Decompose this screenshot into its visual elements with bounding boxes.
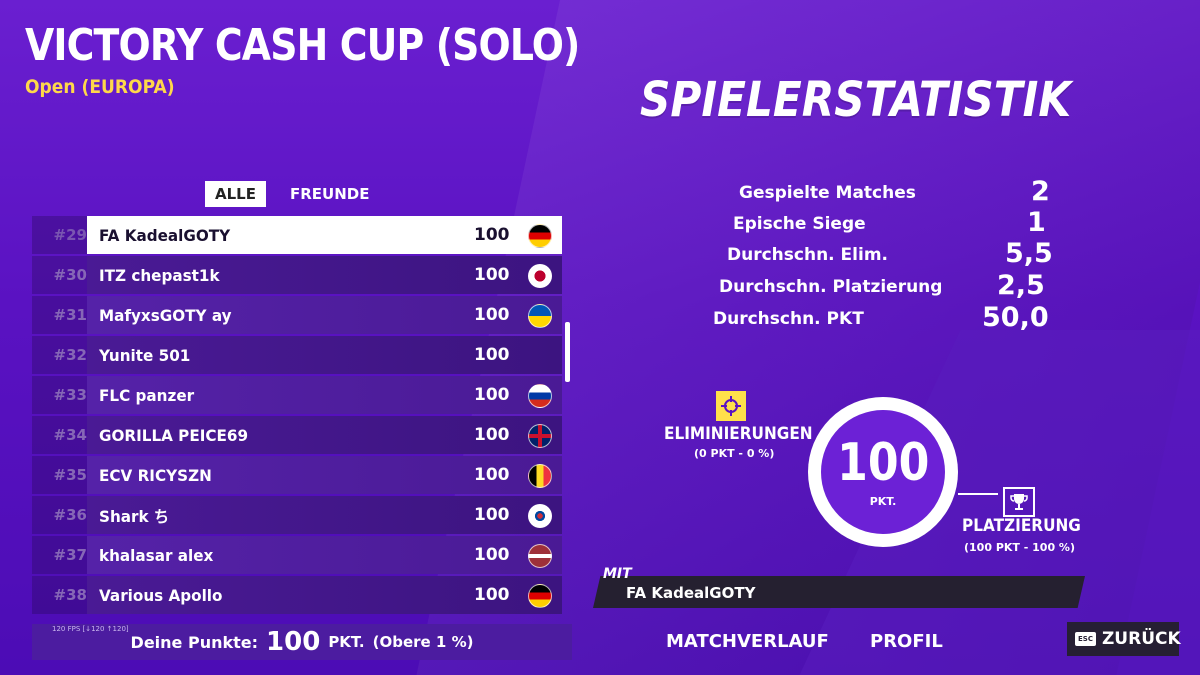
leaderboard-row[interactable]: #30 ITZ chepast1k 100 — [32, 256, 562, 294]
eliminations-detail: (0 PKT - 0 %) — [694, 447, 775, 460]
back-label: ZURÜCK — [1101, 629, 1181, 649]
stat-label-avg-placement: Durchschn. Platzierung — [719, 277, 943, 297]
tournament-region: Open (EUROPA) — [25, 76, 175, 98]
esc-key-icon: ESC — [1075, 632, 1096, 646]
row-player-name: FLC panzer — [99, 385, 195, 405]
ukraine-flag-icon — [528, 304, 552, 328]
your-points-rank-note: (Obere 1 %) — [372, 633, 474, 651]
row-player-name: MafyxsGOTY ay — [99, 305, 232, 325]
row-player-name: ITZ chepast1k — [99, 265, 220, 285]
stat-value-avg-placement: 2,5 — [997, 270, 1045, 301]
tab-friends[interactable]: FREUNDE — [280, 181, 379, 207]
row-points: 100 — [474, 505, 510, 525]
belgium-flag-icon — [528, 464, 552, 488]
your-points-label: Deine Punkte: — [130, 632, 259, 652]
score-unit: PKT. — [869, 494, 897, 508]
row-player-name: Various Apollo — [99, 585, 223, 605]
germany-flag-icon — [528, 224, 552, 248]
row-player-name: ECV RICYSZN — [99, 465, 212, 485]
stat-label-avg-points: Durchschn. PKT — [713, 309, 864, 329]
row-player-name: FA KadealGOTY — [99, 225, 231, 245]
stat-value-matches: 2 — [1031, 176, 1050, 207]
your-points-value: 100 — [266, 627, 321, 657]
leaderboard-row[interactable]: #29 FA KadealGOTY 100 — [32, 216, 562, 254]
fps-counter: 120 FPS [↓120 ↑120] — [52, 625, 129, 633]
stat-label-avg-elims: Durchschn. Elim. — [727, 245, 888, 265]
trophy-icon — [1003, 487, 1035, 517]
with-player-name: FA KadealGOTY — [626, 584, 756, 602]
japan-flag-icon — [528, 264, 552, 288]
placement-connector — [958, 493, 998, 495]
score-ring: 100 PKT. — [808, 397, 958, 547]
score-value: 100 — [836, 432, 930, 493]
latvia-flag-icon — [528, 544, 552, 568]
uk-flag-icon — [528, 424, 552, 448]
russia-flag-icon — [528, 384, 552, 408]
row-points: 100 — [474, 545, 510, 565]
leaderboard-row[interactable]: #35 ECV RICYSZN 100 — [32, 456, 562, 494]
row-player-name: Yunite 501 — [99, 345, 191, 365]
placement-label: PLATZIERUNG — [962, 516, 1081, 536]
row-points: 100 — [474, 465, 510, 485]
stats-title: SPIELERSTATISTIK — [640, 72, 1072, 128]
stat-value-wins: 1 — [1027, 207, 1046, 238]
row-points: 100 — [474, 225, 510, 245]
row-points: 100 — [474, 345, 510, 365]
south-korea-flag-icon — [528, 504, 552, 528]
eliminations-label: ELIMINIERUNGEN — [664, 424, 813, 444]
stat-value-avg-elims: 5,5 — [1005, 238, 1053, 269]
your-points-unit: PKT. — [328, 633, 365, 651]
tournament-title: VICTORY CASH CUP (SOLO) — [25, 20, 580, 71]
leaderboard-list[interactable]: #29 FA KadealGOTY 100 #30 ITZ chepast1k … — [32, 212, 572, 627]
row-points: 100 — [474, 585, 510, 605]
row-points: 100 — [474, 385, 510, 405]
row-player-name: khalasar alex — [99, 545, 214, 565]
leaderboard-row[interactable]: #37 khalasar alex 100 — [32, 536, 562, 574]
row-points: 100 — [474, 425, 510, 445]
stat-label-matches: Gespielte Matches — [739, 183, 916, 203]
crosshair-icon — [716, 391, 746, 421]
leaderboard-row[interactable]: #32 Yunite 501 100 — [32, 336, 562, 374]
leaderboard-row[interactable]: #36 Shark ち 100 — [32, 496, 562, 534]
match-history-button[interactable]: MATCHVERLAUF — [666, 631, 829, 652]
with-label: MIT — [603, 566, 632, 582]
row-player-name: Shark ち — [99, 507, 170, 526]
leaderboard-row[interactable]: #31 MafyxsGOTY ay 100 — [32, 296, 562, 334]
tab-all[interactable]: ALLE — [205, 181, 266, 207]
leaderboard-scrollbar[interactable] — [565, 322, 570, 382]
stat-label-wins: Epische Siege — [733, 214, 866, 234]
back-button[interactable]: ESC ZURÜCK — [1067, 622, 1181, 656]
row-player-name: GORILLA PEICE69 — [99, 425, 249, 445]
leaderboard-row[interactable]: #33 FLC panzer 100 — [32, 376, 562, 414]
profile-button[interactable]: PROFIL — [870, 631, 943, 652]
row-points: 100 — [474, 305, 510, 325]
row-points: 100 — [474, 265, 510, 285]
leaderboard-row[interactable]: #38 Various Apollo 100 — [32, 576, 562, 614]
stat-value-avg-points: 50,0 — [982, 302, 1049, 333]
germany-flag-icon — [528, 584, 552, 608]
placement-detail: (100 PKT - 100 %) — [964, 541, 1075, 554]
leaderboard-tabs: ALLE FREUNDE — [205, 181, 379, 207]
leaderboard-row[interactable]: #34 GORILLA PEICE69 100 — [32, 416, 562, 454]
